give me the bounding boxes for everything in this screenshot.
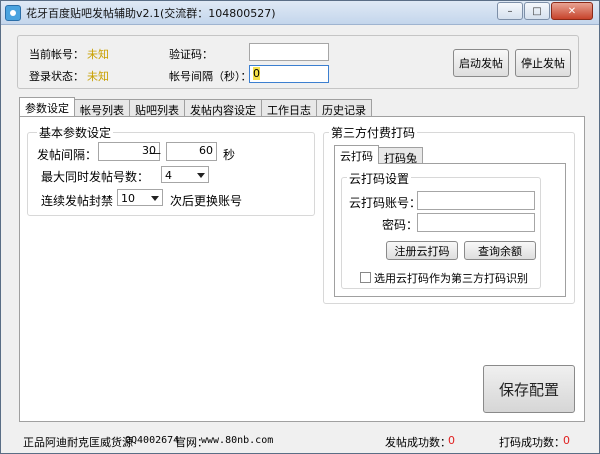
login-status-value: 未知 [87, 70, 109, 83]
interval-max-input[interactable]: 60 [166, 142, 217, 161]
post-success-label: 发帖成功数： [385, 436, 451, 449]
register-yundama-button[interactable]: 注册云打码 [386, 241, 458, 260]
save-config-button[interactable]: 保存配置 [483, 365, 575, 413]
captcha-input[interactable] [249, 43, 329, 61]
use-yundama-label: 选用云打码作为第三方打码识别 [374, 272, 528, 285]
vendor-text: 正品阿迪耐克匡威货源 [23, 436, 133, 449]
query-balance-button[interactable]: 查询余额 [464, 241, 536, 260]
post-success-count: 0 [448, 434, 455, 447]
yundama-account-input[interactable] [417, 191, 535, 210]
maximize-button[interactable]: □ [524, 2, 550, 20]
tab-parameters[interactable]: 参数设定 [19, 97, 75, 116]
title-bar[interactable]: 花牙百度贴吧发帖辅助v2.1(交流群：104800527) – □ ✕ [1, 1, 599, 25]
yundama-password-input[interactable] [417, 213, 535, 232]
login-status-label: 登录状态： [29, 70, 84, 83]
qq-text: QQ4002674 [125, 435, 180, 446]
captcha-success-label: 打码成功数： [499, 436, 565, 449]
captcha-tabs: 云打码 打码兔 [334, 145, 423, 165]
captcha-service-title: 第三方付费打码 [329, 124, 418, 141]
use-yundama-checkbox[interactable] [360, 272, 371, 283]
yundama-password-label: 密码： [382, 218, 419, 232]
main-tabs: 参数设定 帐号列表 贴吧列表 发帖内容设定 工作日志 历史记录 [19, 97, 372, 117]
basic-params-title: 基本参数设定 [37, 124, 114, 141]
switch-account-label: 次后更换账号 [170, 194, 243, 208]
interval-dash: — [149, 146, 161, 160]
yundama-settings-title: 云打码设置 [347, 170, 412, 187]
account-interval-label: 帐号间隔（秒）： [169, 70, 252, 83]
current-account-value: 未知 [87, 48, 109, 61]
max-accounts-label: 最大同时发帖号数： [41, 170, 150, 184]
tab-history[interactable]: 历史记录 [316, 99, 372, 117]
app-window: 花牙百度贴吧发帖辅助v2.1(交流群：104800527) – □ ✕ 当前帐号… [0, 0, 600, 454]
window-controls: – □ ✕ [496, 2, 593, 20]
consecutive-ban-select[interactable]: 10 [117, 189, 163, 206]
tab-damatu[interactable]: 打码兔 [378, 147, 423, 165]
minimize-button[interactable]: – [497, 2, 523, 20]
current-account-label: 当前帐号： [29, 48, 84, 61]
window-title: 花牙百度贴吧发帖辅助v2.1(交流群：104800527) [26, 7, 276, 20]
consecutive-ban-label: 连续发帖封禁 [41, 194, 114, 208]
close-button[interactable]: ✕ [551, 2, 593, 20]
max-accounts-value: 4 [165, 169, 172, 182]
max-accounts-select[interactable]: 4 [161, 166, 209, 183]
status-bar: 正品阿迪耐克匡威货源 QQ4002674 官网： www.80nb.com 发帖… [1, 429, 599, 453]
tab-yundama[interactable]: 云打码 [334, 145, 379, 164]
account-interval-value: 0 [253, 67, 260, 80]
chevron-down-icon [151, 196, 159, 201]
site-link[interactable]: www.80nb.com [201, 435, 273, 446]
stop-posting-button[interactable]: 停止发帖 [515, 49, 571, 77]
captcha-success-count: 0 [563, 434, 570, 447]
post-interval-label: 发帖间隔： [37, 148, 98, 162]
chevron-down-icon [197, 173, 205, 178]
start-posting-button[interactable]: 启动发帖 [453, 49, 509, 77]
account-interval-input[interactable]: 0 [249, 65, 329, 83]
yundama-account-label: 云打码账号： [349, 196, 422, 210]
tab-post-content[interactable]: 发帖内容设定 [184, 99, 262, 117]
captcha-label: 验证码： [169, 48, 213, 61]
tab-forums[interactable]: 贴吧列表 [129, 99, 185, 117]
seconds-unit: 秒 [223, 148, 236, 162]
tab-work-log[interactable]: 工作日志 [261, 99, 317, 117]
app-icon [5, 5, 21, 21]
consecutive-ban-value: 10 [121, 192, 135, 205]
tab-accounts[interactable]: 帐号列表 [74, 99, 130, 117]
